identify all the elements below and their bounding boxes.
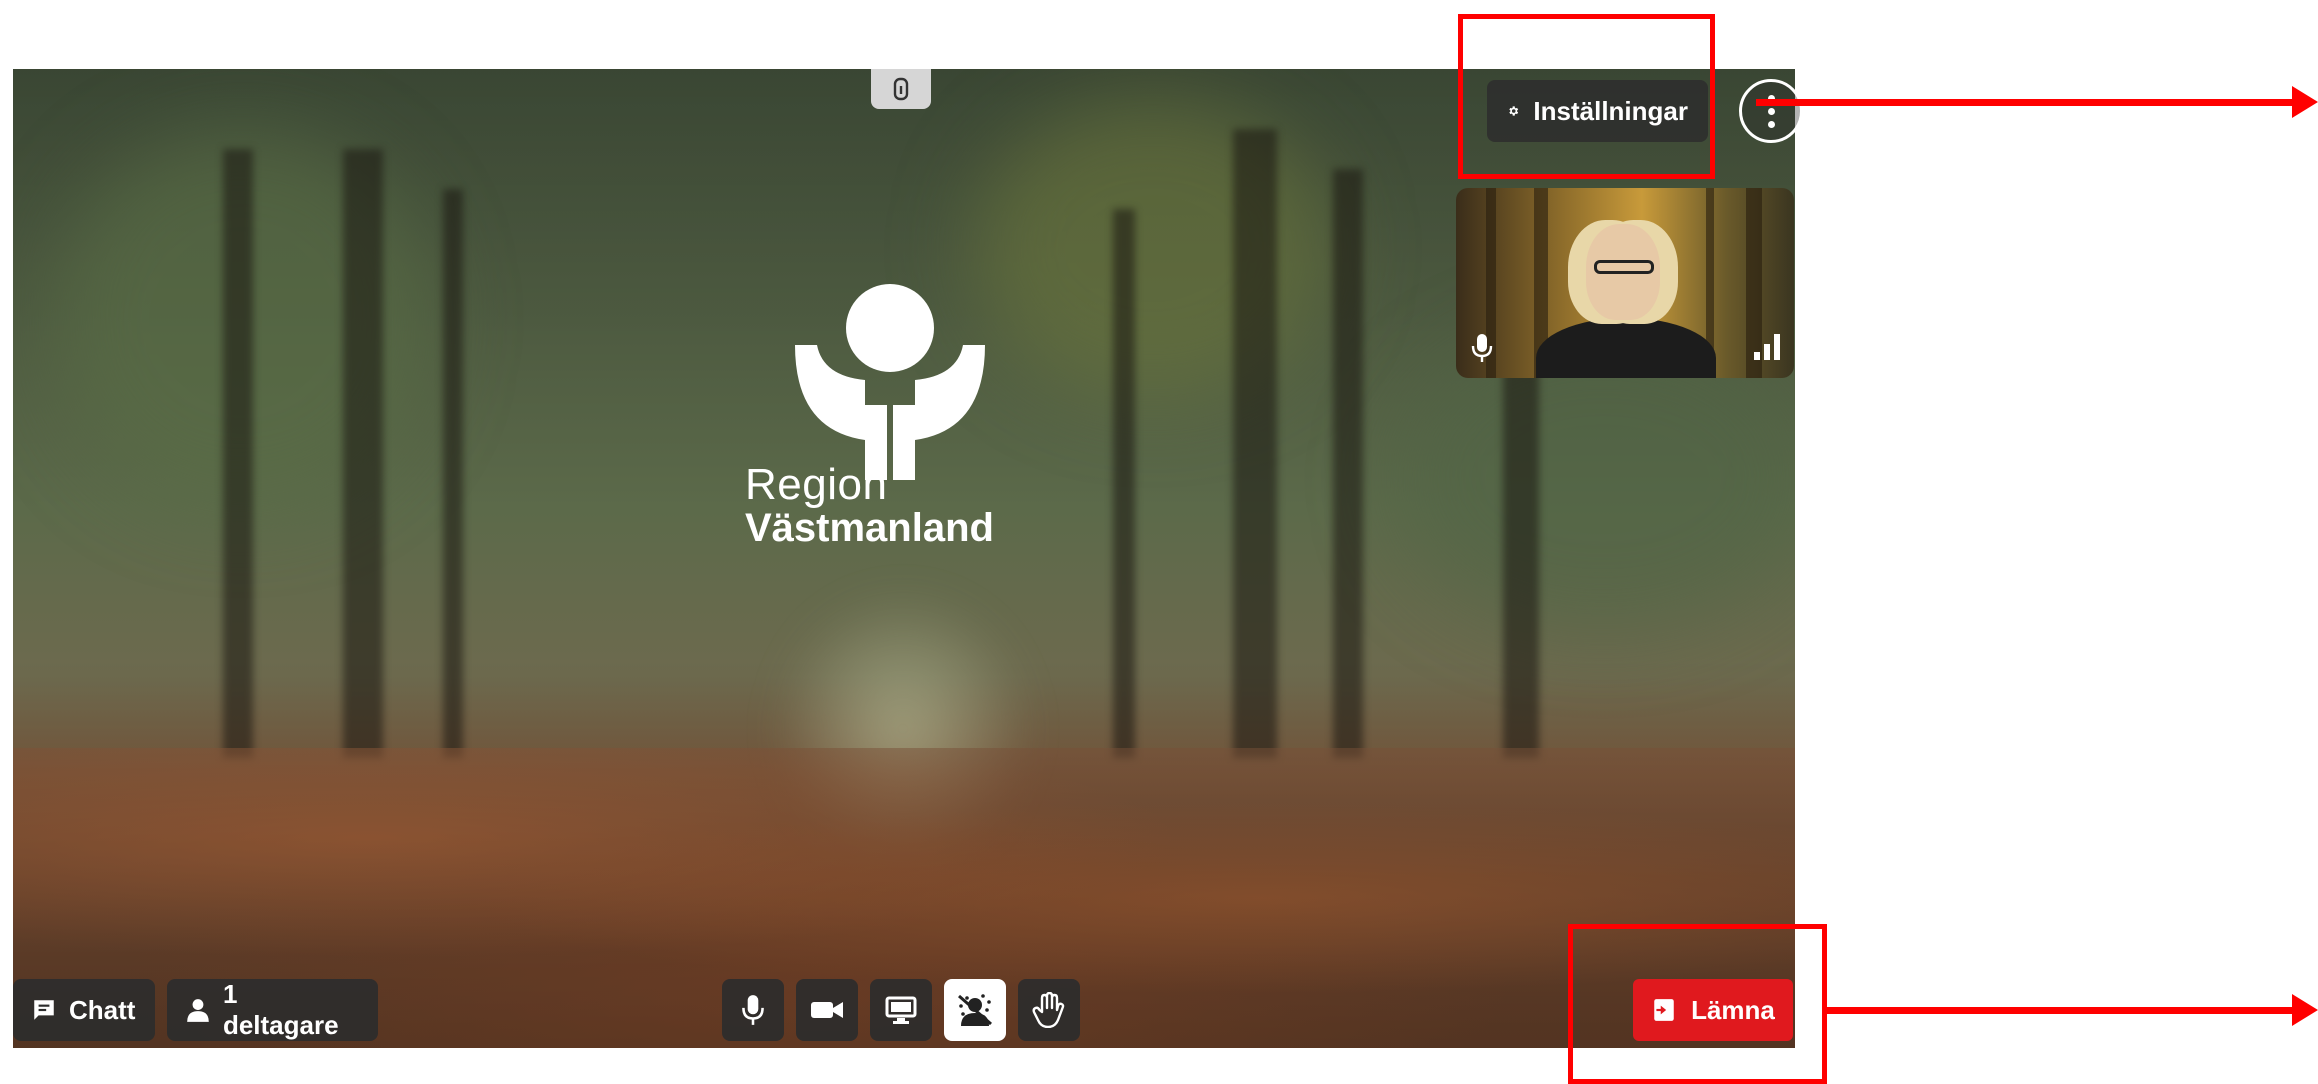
background-blur-icon — [958, 994, 992, 1026]
settings-arrow-line — [1756, 99, 2298, 106]
screen-share-icon — [885, 996, 917, 1024]
screen-share-button[interactable] — [870, 979, 932, 1041]
participants-label: 1 deltagare — [222, 979, 339, 1040]
background-tree — [443, 189, 463, 758]
logo-line-region: Region — [745, 460, 888, 509]
participant-video — [1536, 318, 1716, 378]
settings-highlight-box — [1458, 14, 1715, 179]
leave-arrow-head — [2292, 994, 2318, 1026]
background-tree — [343, 149, 383, 758]
participants-button[interactable]: 1 deltagare — [167, 979, 378, 1041]
chat-label: Chatt — [69, 994, 136, 1025]
logo-line-vastmanland: Västmanland — [745, 506, 994, 550]
more-options-button[interactable] — [1739, 79, 1803, 143]
background-effects-button[interactable] — [944, 979, 1006, 1041]
leave-arrow-line — [1825, 1007, 2298, 1014]
background-tree — [1333, 169, 1363, 758]
microphone-icon — [742, 995, 764, 1025]
region-logo-mark — [795, 284, 985, 480]
background-tree — [1113, 209, 1135, 758]
settings-arrow-head — [2292, 86, 2318, 118]
self-video-tile[interactable] — [1456, 188, 1794, 378]
signal-strength-icon — [1754, 334, 1780, 360]
key-icon — [893, 77, 909, 101]
camera-button[interactable] — [796, 979, 858, 1041]
chat-icon — [34, 1000, 54, 1020]
microphone-button[interactable] — [722, 979, 784, 1041]
leave-highlight-box — [1568, 924, 1827, 1084]
chat-button[interactable]: Chatt — [13, 979, 155, 1041]
microphone-icon — [1471, 334, 1493, 362]
background-tree — [1233, 129, 1277, 758]
raise-hand-icon — [1032, 992, 1065, 1028]
person-icon — [187, 999, 209, 1022]
raise-hand-button[interactable] — [1018, 979, 1080, 1041]
camera-icon — [811, 1002, 843, 1018]
region-logo: Region Västmanland — [745, 280, 1045, 630]
background-tree — [223, 149, 253, 758]
top-handle[interactable] — [871, 69, 931, 109]
